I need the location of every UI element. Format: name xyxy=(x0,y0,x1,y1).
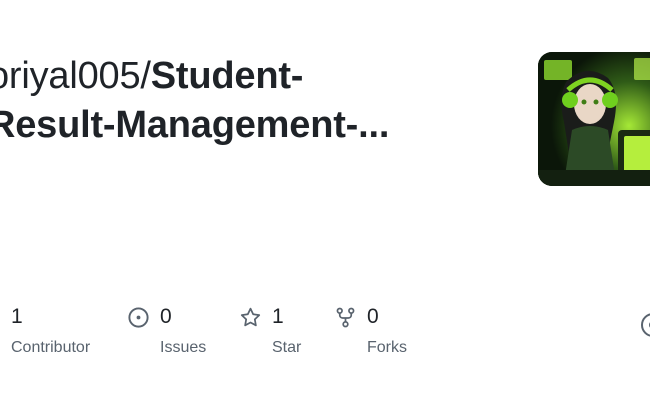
stat-issues[interactable]: 0 Issues xyxy=(127,303,206,357)
forks-count: 0 xyxy=(367,305,379,328)
star-icon xyxy=(240,307,261,326)
repo-title[interactable]: oriyal005/Student- Result-Management-... xyxy=(0,52,458,150)
fork-icon xyxy=(336,307,355,327)
stars-count: 1 xyxy=(272,305,284,328)
contributors-count: 1 xyxy=(11,305,23,328)
forks-label: Forks xyxy=(367,339,407,356)
anime-avatar-image xyxy=(538,52,650,186)
stars-label: Star xyxy=(272,339,302,356)
stat-contributors[interactable]: 1 Contributor xyxy=(11,303,90,357)
stat-forks[interactable]: 0 Forks xyxy=(334,303,407,357)
issues-count: 0 xyxy=(160,305,172,328)
github-logo-icon xyxy=(641,313,650,337)
repo-name-line-2[interactable]: Result-Management-... xyxy=(0,104,389,146)
issue-circle-icon xyxy=(128,306,149,328)
repo-name-line-1[interactable]: Student- xyxy=(151,55,304,97)
contributors-label: Contributor xyxy=(11,339,91,356)
repo-owner[interactable]: oriyal005/ xyxy=(0,55,151,97)
issues-label: Issues xyxy=(160,339,207,356)
stat-stars[interactable]: 1 Star xyxy=(239,303,301,357)
owner-avatar xyxy=(538,52,650,186)
